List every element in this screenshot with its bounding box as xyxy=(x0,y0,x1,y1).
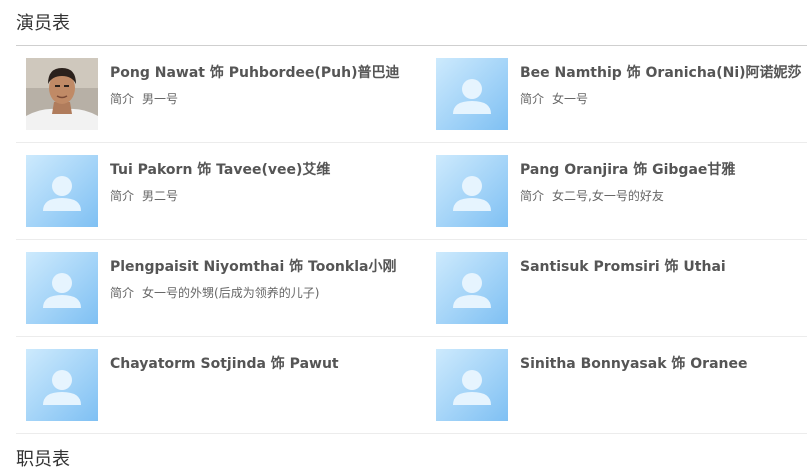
cast-section-title: 演员表 xyxy=(16,13,70,34)
cast-name[interactable]: Tui Pakorn 饰 Tavee(vee)艾维 xyxy=(110,161,330,179)
cast-card[interactable]: Chayatorm Sotjinda 饰 Pawut xyxy=(26,349,406,425)
desc-label: 简介 xyxy=(110,286,135,300)
row-divider xyxy=(16,336,807,337)
cast-description: 简介 女一号 xyxy=(520,91,588,107)
cast-card[interactable]: Pong Nawat 饰 Puhbordee(Puh)普巴迪 简介 男一号 xyxy=(26,58,406,134)
cast-card[interactable]: Santisuk Promsiri 饰 Uthai xyxy=(436,252,807,328)
cast-description: 简介 男二号 xyxy=(110,188,178,204)
row-divider xyxy=(16,239,807,240)
avatar-placeholder-icon[interactable] xyxy=(436,349,508,421)
cast-page: 演员表 Pong Nawat 饰 Puhbordee(Puh)普巴迪 简介 男一号… xyxy=(0,0,807,470)
avatar-placeholder-icon[interactable] xyxy=(26,349,98,421)
cast-card[interactable]: Bee Namthip 饰 Oranicha(Ni)阿诺妮莎 简介 女一号 xyxy=(436,58,807,134)
title-divider xyxy=(16,45,807,46)
cast-card[interactable]: Pang Oranjira 饰 Gibgae甘雅 简介 女二号,女一号的好友 xyxy=(436,155,807,231)
cast-description: 简介 女二号,女一号的好友 xyxy=(520,188,664,204)
desc-label: 简介 xyxy=(110,189,135,203)
avatar-placeholder-icon[interactable] xyxy=(436,155,508,227)
cast-name[interactable]: Plengpaisit Niyomthai 饰 Toonkla小刚 xyxy=(110,258,396,276)
cast-name[interactable]: Pang Oranjira 饰 Gibgae甘雅 xyxy=(520,161,735,179)
desc-label: 简介 xyxy=(520,92,545,106)
actor-photo[interactable] xyxy=(26,58,98,130)
desc-text: 女一号 xyxy=(552,92,589,106)
cast-card[interactable]: Tui Pakorn 饰 Tavee(vee)艾维 简介 男二号 xyxy=(26,155,406,231)
row-divider xyxy=(16,142,807,143)
cast-name[interactable]: Pong Nawat 饰 Puhbordee(Puh)普巴迪 xyxy=(110,64,399,82)
desc-label: 简介 xyxy=(520,189,545,203)
avatar-placeholder-icon[interactable] xyxy=(436,252,508,324)
cast-name[interactable]: Chayatorm Sotjinda 饰 Pawut xyxy=(110,355,339,373)
desc-text: 男二号 xyxy=(142,189,179,203)
desc-text: 男一号 xyxy=(142,92,179,106)
cast-card[interactable]: Sinitha Bonnyasak 饰 Oranee xyxy=(436,349,807,425)
avatar-placeholder-icon[interactable] xyxy=(436,58,508,130)
cast-card[interactable]: Plengpaisit Niyomthai 饰 Toonkla小刚 简介 女一号的… xyxy=(26,252,406,328)
avatar-placeholder-icon[interactable] xyxy=(26,252,98,324)
desc-text: 女一号的外甥(后成为领养的儿子) xyxy=(142,286,320,300)
avatar-placeholder-icon[interactable] xyxy=(26,155,98,227)
cast-description: 简介 女一号的外甥(后成为领养的儿子) xyxy=(110,285,319,301)
cast-name[interactable]: Santisuk Promsiri 饰 Uthai xyxy=(520,258,726,276)
cast-description: 简介 男一号 xyxy=(110,91,178,107)
desc-label: 简介 xyxy=(110,92,135,106)
desc-text: 女二号,女一号的好友 xyxy=(552,189,664,203)
cast-name[interactable]: Sinitha Bonnyasak 饰 Oranee xyxy=(520,355,747,373)
row-divider xyxy=(16,433,807,434)
staff-section-title: 职员表 xyxy=(16,449,70,470)
cast-name[interactable]: Bee Namthip 饰 Oranicha(Ni)阿诺妮莎 xyxy=(520,64,802,82)
